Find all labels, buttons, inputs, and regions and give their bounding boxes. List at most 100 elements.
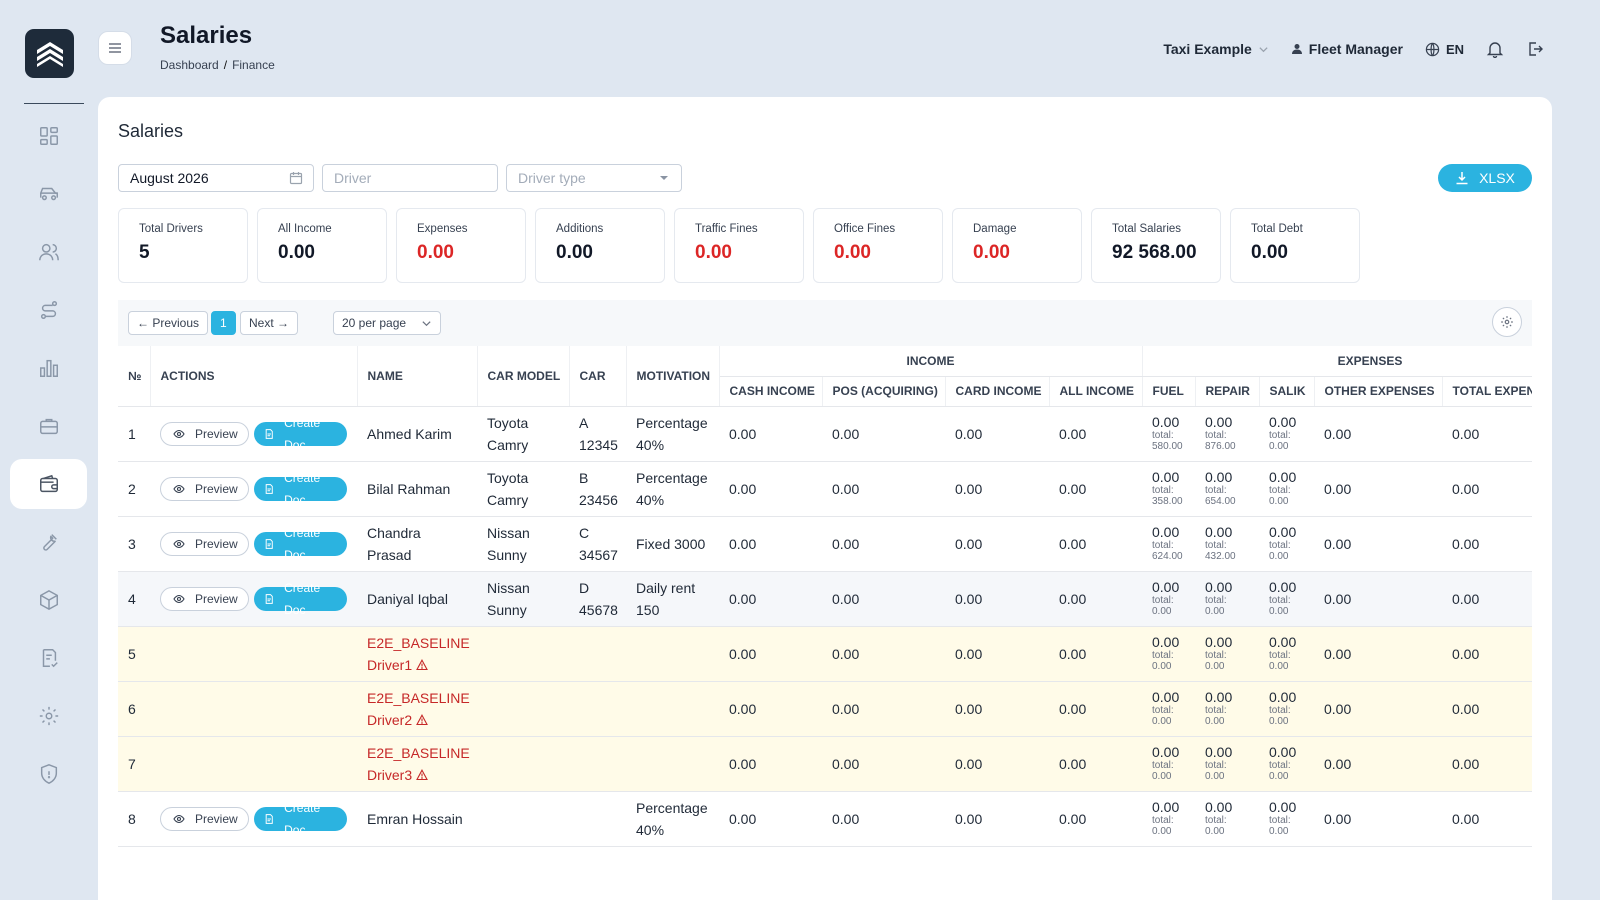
cell-other-expenses: 0.00: [1314, 406, 1442, 462]
total-expenses: 0.00: [1452, 590, 1480, 607]
hamburger-icon: [109, 43, 121, 53]
header-fuel: FUEL: [1142, 376, 1196, 407]
driver-name[interactable]: Daniyal Iqbal: [367, 591, 448, 607]
menu-toggle-button[interactable]: [98, 31, 132, 65]
cell-all-income: 0.00: [1049, 791, 1142, 847]
table-settings-button[interactable]: [1492, 307, 1522, 337]
driver-type-select[interactable]: Driver type: [506, 164, 682, 192]
bell-icon[interactable]: [1486, 40, 1504, 58]
cell-total-expenses: 0.00: [1442, 736, 1532, 792]
table-row[interactable]: 2 Preview Create Doc Bilal Rahman Toyota Cam…: [118, 461, 1532, 517]
sidebar-item-security[interactable]: [10, 749, 87, 799]
sidebar-item-reports[interactable]: [10, 343, 87, 393]
cell-other-expenses: 0.00: [1314, 571, 1442, 627]
stat-value: 0.00: [278, 242, 315, 263]
fuel-value: 0.00: [1152, 579, 1180, 595]
cell-actions: Preview Create Doc: [150, 571, 357, 627]
row-number: 3: [128, 535, 136, 552]
cell-car: [569, 626, 626, 682]
fuel-total-value: 358.00: [1152, 496, 1183, 507]
stat-value: 0.00: [417, 242, 454, 263]
preview-button[interactable]: Preview: [160, 806, 249, 831]
repair-total-label: total:: [1205, 760, 1227, 771]
fuel-total-label: total:: [1152, 595, 1174, 606]
total-expenses: 0.00: [1452, 535, 1480, 552]
breadcrumb-finance[interactable]: Finance: [232, 58, 275, 72]
driver-name[interactable]: Ahmed Karim: [367, 426, 452, 442]
preview-button[interactable]: Preview: [160, 531, 249, 556]
pos-income: 0.00: [832, 755, 860, 772]
table-row[interactable]: 8 Preview Create Doc Emran Hossain Percentag…: [118, 791, 1532, 847]
logout-icon[interactable]: [1526, 40, 1544, 58]
month-picker[interactable]: August 2026: [118, 164, 314, 192]
driver-name[interactable]: Emran Hossain: [367, 811, 463, 827]
cell-repair: 0.00 total: 876.00: [1195, 406, 1259, 462]
create-doc-button[interactable]: Create Doc: [253, 416, 347, 452]
cell-pos: 0.00: [822, 571, 945, 627]
preview-button[interactable]: Preview: [160, 586, 249, 611]
header-total-expenses: TOTAL EXPENSES: [1442, 376, 1532, 407]
company-selector[interactable]: Taxi Example: [1163, 41, 1268, 57]
fuel-total-value: 580.00: [1152, 441, 1183, 452]
table-row[interactable]: 3 Preview Create Doc Chandra Prasad Nissan S…: [118, 516, 1532, 572]
cell-repair: 0.00 total: 0.00: [1195, 681, 1259, 737]
chart-icon: [39, 359, 58, 377]
salaries-table-container[interactable]: № ACTIONS NAME CAR MODEL CAR MOTIVATION …: [118, 346, 1532, 900]
cell-pos: 0.00: [822, 626, 945, 682]
repair-total-value: 0.00: [1205, 771, 1225, 782]
header-card-income: CARD INCOME: [945, 376, 1050, 407]
table-row[interactable]: 6 E2E_BASELINE Driver2 0.00 0.00 0.00 0.00 0.0…: [118, 681, 1532, 737]
gear-icon: [39, 706, 58, 726]
sidebar-item-finance[interactable]: [10, 459, 87, 509]
driver-name[interactable]: Bilal Rahman: [367, 481, 450, 497]
next-page-button[interactable]: Next →: [240, 311, 299, 335]
cell-pos: 0.00: [822, 681, 945, 737]
language-selector[interactable]: EN: [1425, 42, 1464, 57]
row-number: 4: [128, 590, 136, 607]
sidebar-item-cars[interactable]: [10, 169, 87, 219]
cell-card-income: 0.00: [945, 516, 1049, 572]
card-income: 0.00: [955, 700, 983, 717]
previous-page-button[interactable]: ← Previous: [128, 311, 209, 335]
header-name[interactable]: NAME: [357, 346, 478, 407]
row-number: 1: [128, 425, 136, 442]
cell-name: Chandra Prasad: [357, 516, 477, 572]
sidebar-item-dashboard[interactable]: [10, 111, 87, 161]
per-page-select[interactable]: 20 per page: [333, 311, 441, 335]
breadcrumb-dashboard[interactable]: Dashboard: [160, 58, 219, 72]
pos-income: 0.00: [832, 425, 860, 442]
table-row[interactable]: 4 Preview Create Doc Daniyal Iqbal Nissan Su…: [118, 571, 1532, 627]
sidebar-item-inventory[interactable]: [10, 575, 87, 625]
salaries-card: Salaries August 2026 Driver Driver type …: [98, 97, 1552, 900]
stat-card: Expenses 0.00: [396, 208, 526, 283]
create-doc-button[interactable]: Create Doc: [253, 471, 347, 507]
sidebar-item-service[interactable]: [10, 517, 87, 567]
wallet-icon: [39, 474, 58, 493]
cell-car-model: Nissan Sunny: [477, 571, 569, 627]
cash-income: 0.00: [729, 645, 757, 662]
wrench-icon: [42, 534, 57, 551]
create-doc-button[interactable]: Create Doc: [253, 581, 347, 617]
table-row[interactable]: 7 E2E_BASELINE Driver3 0.00 0.00 0.00 0.00 0.0…: [118, 736, 1532, 792]
page-1-button[interactable]: 1: [211, 311, 236, 335]
sidebar-item-drivers[interactable]: [10, 227, 87, 277]
export-xlsx-button[interactable]: XLSX: [1438, 164, 1532, 192]
preview-button[interactable]: Preview: [160, 421, 249, 446]
user-menu[interactable]: Fleet Manager: [1291, 41, 1403, 57]
repair-total-value: 0.00: [1205, 716, 1225, 727]
driver-name[interactable]: Chandra Prasad: [367, 525, 421, 563]
cell-fuel: 0.00 total: 0.00: [1142, 681, 1195, 737]
table-row[interactable]: 5 E2E_BASELINE Driver1 0.00 0.00 0.00 0.00 0.0…: [118, 626, 1532, 682]
driver-filter-input[interactable]: Driver: [322, 164, 498, 192]
app-logo[interactable]: [25, 29, 74, 78]
create-doc-button[interactable]: Create Doc: [253, 526, 347, 562]
create-doc-button[interactable]: Create Doc: [253, 801, 347, 837]
sidebar-item-documents[interactable]: [10, 633, 87, 683]
sidebar-item-settings[interactable]: [10, 691, 87, 741]
preview-button[interactable]: Preview: [160, 476, 249, 501]
sidebar-item-business[interactable]: [10, 401, 87, 451]
table-row[interactable]: 1 Preview Create Doc Ahmed Karim Toyota Camr…: [118, 406, 1532, 462]
create-doc-label: Create Doc: [284, 580, 321, 617]
sidebar-item-routes[interactable]: [10, 285, 87, 335]
car-model: Toyota Camry: [487, 414, 529, 453]
